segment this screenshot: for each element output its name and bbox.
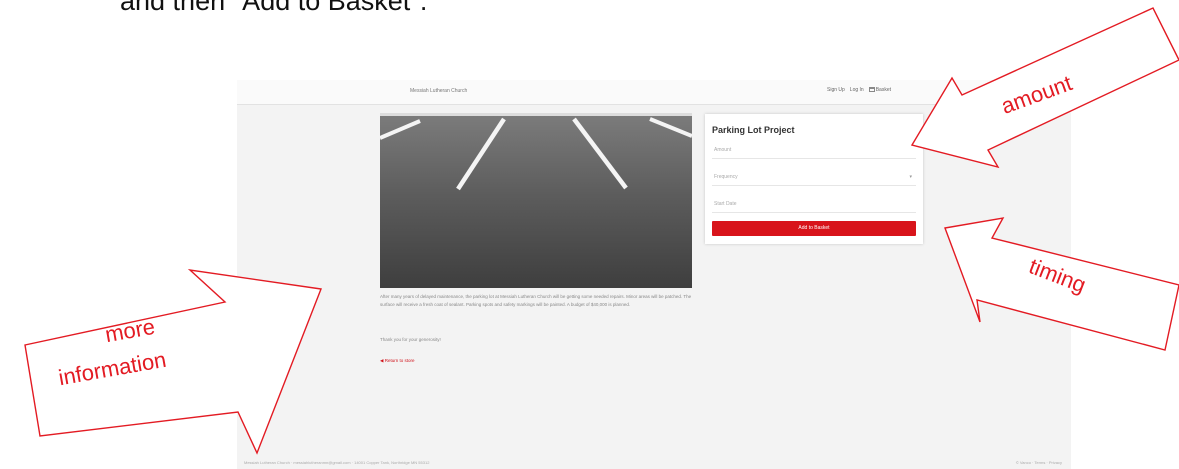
callout-arrows xyxy=(24,7,1179,455)
arrow-information xyxy=(24,268,322,455)
